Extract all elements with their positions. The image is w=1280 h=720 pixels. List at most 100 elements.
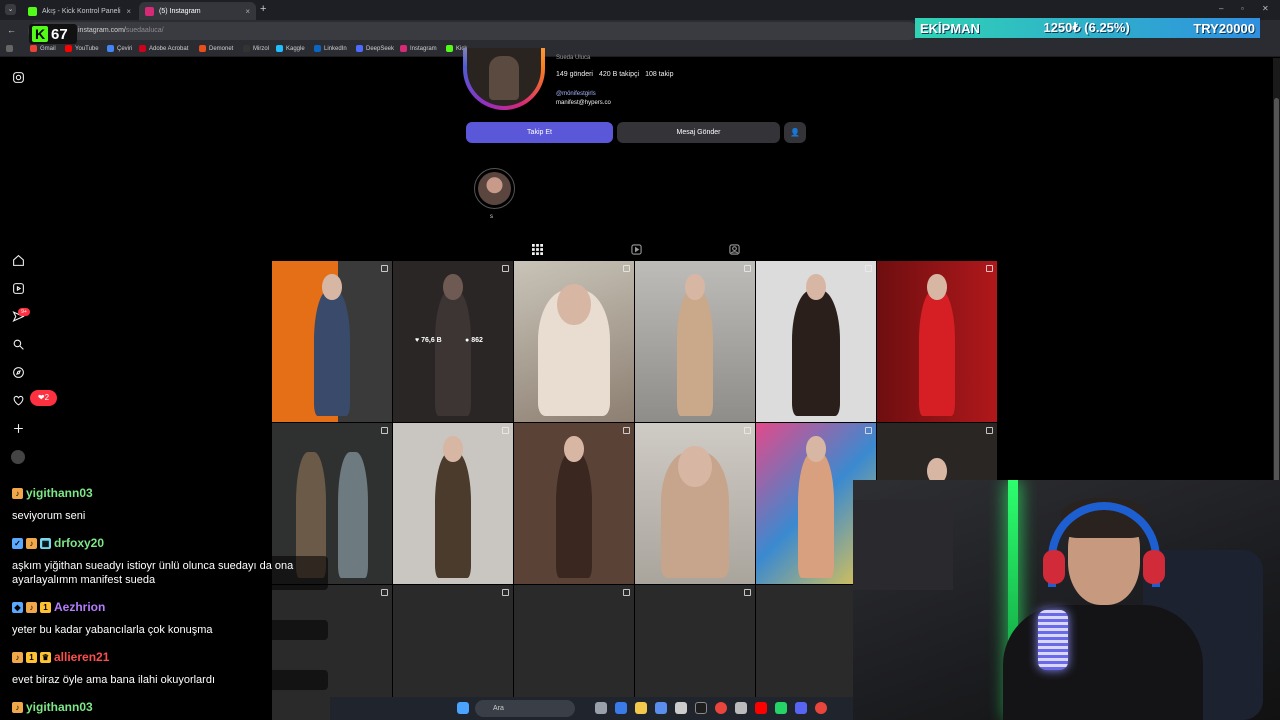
post-tile-hovered[interactable]: ♥ 76,6 B ● 862 [393, 261, 513, 422]
whatsapp-icon[interactable] [775, 702, 787, 714]
instagram-logo-icon[interactable] [11, 71, 25, 85]
youtube-icon[interactable] [755, 702, 767, 714]
windows-taskbar: Ara [330, 697, 853, 720]
posts-count[interactable]: 149 gönderi [556, 71, 593, 78]
carousel-icon [623, 589, 630, 596]
crown-badge-icon: ♛ [40, 651, 51, 663]
story-highlight[interactable] [474, 168, 515, 209]
carousel-icon [865, 427, 872, 434]
verified-badge-icon: ✓ [12, 537, 23, 549]
create-plus-icon[interactable] [11, 422, 25, 436]
file-explorer-icon[interactable] [635, 702, 647, 714]
back-arrow-icon[interactable]: ← [7, 25, 16, 35]
new-tab-button[interactable]: + [260, 4, 266, 15]
reels-icon[interactable] [11, 282, 25, 296]
notifications-heart-icon[interactable] [11, 394, 25, 408]
carousel-icon [381, 265, 388, 272]
address-bar[interactable]: instagram.com/suedaaluca/ [28, 22, 918, 40]
gift-badge-icon: ♪ [12, 487, 23, 499]
home-icon[interactable] [11, 254, 25, 268]
carousel-icon [986, 427, 993, 434]
mirzol-icon [243, 45, 250, 52]
chat-username[interactable]: allieren21 [54, 650, 109, 664]
tab-kick[interactable]: Akış - Kick Kontrol Paneli × [22, 2, 137, 20]
settings-icon[interactable] [735, 702, 747, 714]
search-icon[interactable] [11, 338, 25, 352]
discord-icon[interactable] [795, 702, 807, 714]
posts-grid-tab-icon[interactable] [532, 242, 543, 255]
post-tile[interactable] [635, 261, 755, 422]
chat-username[interactable]: drfoxy20 [54, 536, 104, 550]
minimize-icon[interactable]: – [1219, 4, 1223, 13]
widgets-icon[interactable] [457, 702, 469, 714]
bookmark-demonet[interactable]: Demonet [199, 45, 233, 52]
tab-search-button[interactable]: ⌄ [5, 4, 16, 15]
chat-message: ◆ ♪ 1 Aezhrion yeter bu kadar yabancılarla … [8, 598, 328, 640]
gift-badge-icon: ♪ [26, 537, 37, 549]
taskbar-search[interactable]: Ara [475, 700, 575, 717]
post-tile[interactable] [514, 423, 634, 584]
store-icon[interactable] [675, 702, 687, 714]
chat-username[interactable]: yigithann03 [26, 486, 93, 500]
browser-app-icon[interactable] [815, 702, 827, 714]
profile-mention-link[interactable]: @mönifestgirls [556, 91, 596, 97]
chat-message: ♪ 1 ♛ allieren21 evet biraz öyle ama bana i… [8, 648, 328, 690]
tab-instagram[interactable]: (5) Instagram × [139, 2, 256, 20]
chat-message: ✓ ♪ ▦ drfoxy20 aşkım yiğithan sueadyı istio… [8, 534, 328, 590]
profile-avatar[interactable] [463, 48, 545, 110]
maximize-icon[interactable]: ▫ [1241, 4, 1244, 13]
profile-stats: 149 gönderi 420 B takipçi 108 takip [556, 71, 674, 78]
bookmark-youtube[interactable]: YouTube [65, 45, 99, 52]
post-tile[interactable] [272, 261, 392, 422]
following-count[interactable]: 108 takip [645, 71, 673, 78]
task-view-icon[interactable] [595, 702, 607, 714]
chat-username[interactable]: yigithann03 [26, 700, 93, 714]
bookmark-acrobat[interactable]: Adobe Acrobat [139, 45, 188, 52]
kick-viewer-overlay: K 67 [29, 24, 77, 44]
acrobat-icon [139, 45, 146, 52]
bookmark-deepseek[interactable]: DeepSeek [356, 45, 394, 52]
stream-chat: ♪ yigithann03 seviyorum seni ✓ ♪ ▦ drfoxy20 … [0, 480, 330, 720]
apps-grid-icon[interactable] [6, 45, 13, 52]
bookmark-kaggle[interactable]: Kaggle [276, 45, 305, 52]
outlook-icon[interactable] [655, 702, 667, 714]
bookmark-label: YouTube [75, 45, 99, 52]
terminal-icon[interactable] [695, 702, 707, 714]
post-tile[interactable] [877, 261, 997, 422]
bookmark-instagram[interactable]: Instagram [400, 45, 437, 52]
post-tile[interactable] [756, 261, 876, 422]
post-tile[interactable] [635, 423, 755, 584]
bookmark-mirzol[interactable]: Mirzol [243, 45, 269, 52]
followers-count[interactable]: 420 B takipçi [599, 71, 639, 78]
bookmark-label: Adobe Acrobat [149, 45, 189, 52]
profile-avatar-icon[interactable] [11, 450, 25, 464]
chat-text: evet biraz öyle ama bana ilahi okuyorlar… [8, 670, 328, 690]
copilot-icon[interactable] [615, 702, 627, 714]
messages-badge: 9+ [18, 308, 30, 316]
carousel-icon [744, 265, 751, 272]
close-tab-icon[interactable]: × [245, 7, 250, 16]
post-comments: ● 862 [465, 337, 483, 344]
gift-badge-icon: ♪ [12, 701, 23, 713]
explore-icon[interactable] [11, 366, 25, 380]
close-window-icon[interactable]: ✕ [1262, 4, 1269, 13]
reels-tab-icon[interactable] [631, 242, 642, 255]
follow-button[interactable]: Takip Et [466, 122, 613, 143]
bookmarks-bar: Gmail YouTube Çeviri Adobe Acrobat Demon… [0, 42, 1280, 57]
suggested-users-button[interactable]: 👤 [784, 122, 806, 143]
carousel-icon [381, 427, 388, 434]
close-tab-icon[interactable]: × [126, 7, 131, 16]
bookmark-label: LinkedIn [324, 45, 347, 52]
post-tile[interactable] [514, 261, 634, 422]
search-placeholder: Ara [493, 705, 504, 712]
post-tile[interactable] [393, 423, 513, 584]
chat-username[interactable]: Aezhrion [54, 600, 105, 614]
tagged-tab-icon[interactable] [729, 242, 740, 255]
bookmark-linkedin[interactable]: LinkedIn [314, 45, 347, 52]
bookmark-translate[interactable]: Çeviri [107, 45, 132, 52]
bookmark-gmail[interactable]: Gmail [30, 45, 56, 52]
chrome-icon[interactable] [715, 702, 727, 714]
bookmark-label: Çeviri [117, 45, 133, 52]
send-message-button[interactable]: Mesaj Gönder [617, 122, 780, 143]
gmail-icon [30, 45, 37, 52]
